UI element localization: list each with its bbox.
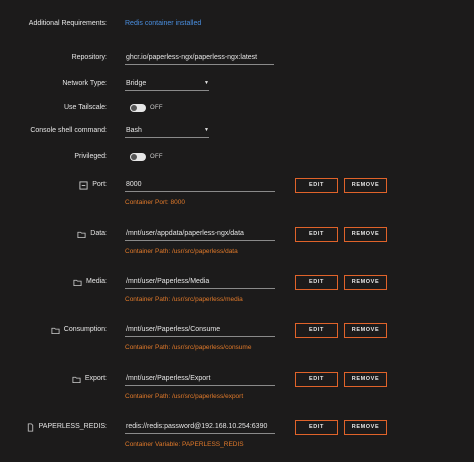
paperless-redis-label-text: PAPERLESS_REDIS: [38, 423, 107, 430]
port-hint: Container Port: 8000 [125, 199, 185, 206]
privileged-state: OFF [150, 154, 163, 160]
edit-button[interactable]: EDIT [295, 323, 338, 338]
folder-icon [72, 375, 81, 384]
use-tailscale-state: OFF [150, 105, 163, 111]
mapping-row-port: Port: 8000 EDIT REMOVE [0, 178, 474, 193]
additional-requirements-label: Additional Requirements: [28, 20, 107, 27]
consumption-input[interactable]: /mnt/user/Paperless/Consume [125, 323, 275, 337]
console-shell-label: Console shell command: [30, 127, 107, 134]
media-hint: Container Path: /usr/src/paperless/media [125, 296, 243, 303]
console-shell-row: Console shell command: Bash ▼ [0, 124, 474, 138]
use-tailscale-toggle[interactable] [130, 104, 146, 112]
media-label: Media: [73, 275, 107, 289]
remove-button[interactable]: REMOVE [344, 323, 387, 338]
remove-button[interactable]: REMOVE [344, 178, 387, 193]
export-hint: Container Path: /usr/src/paperless/expor… [125, 393, 244, 400]
toggle-knob [131, 105, 137, 111]
toggle-knob [131, 154, 137, 160]
paperless-redis-hint: Container Variable: PAPERLESS_REDIS [125, 441, 244, 448]
chevron-down-icon: ▼ [204, 80, 209, 86]
repository-input[interactable]: ghcr.io/paperless-ngx/paperless-ngx:late… [125, 51, 274, 65]
repository-row: Repository: ghcr.io/paperless-ngx/paperl… [0, 51, 474, 65]
data-label-text: Data: [90, 230, 107, 237]
consumption-hint: Container Path: /usr/src/paperless/consu… [125, 344, 252, 351]
file-icon [26, 422, 35, 432]
paperless-redis-input[interactable]: redis://redis:password@192.168.10.254:63… [125, 420, 275, 434]
privileged-toggle[interactable] [130, 153, 146, 161]
chevron-down-icon: ▼ [204, 127, 209, 133]
mapping-row-consumption: Consumption: /mnt/user/Paperless/Consume… [0, 323, 474, 338]
mapping-row-export: Export: /mnt/user/Paperless/Export EDIT … [0, 372, 474, 387]
mapping-row-paperless-redis: PAPERLESS_REDIS: redis://redis:password@… [0, 420, 474, 435]
redis-requirement-link[interactable]: Redis container installed [125, 17, 201, 31]
port-label: Port: [79, 178, 107, 192]
network-type-select[interactable]: Bridge ▼ [125, 77, 209, 91]
network-type-row: Network Type: Bridge ▼ [0, 77, 474, 91]
port-input[interactable]: 8000 [125, 178, 275, 192]
media-label-text: Media: [85, 278, 107, 285]
port-label-text: Port: [92, 181, 107, 188]
remove-button[interactable]: REMOVE [344, 227, 387, 242]
use-tailscale-row: Use Tailscale: OFF [0, 101, 474, 115]
export-label-text: Export: [84, 375, 107, 382]
privileged-row: Privileged: OFF [0, 150, 474, 164]
folder-icon [77, 230, 86, 239]
mapping-row-data: Data: /mnt/user/appdata/paperless-ngx/da… [0, 227, 474, 242]
minus-square-icon[interactable] [79, 180, 88, 190]
consumption-label: Consumption: [51, 323, 107, 337]
mapping-row-media: Media: /mnt/user/Paperless/Media EDIT RE… [0, 275, 474, 290]
export-input[interactable]: /mnt/user/Paperless/Export [125, 372, 275, 386]
export-label: Export: [72, 372, 107, 386]
edit-button[interactable]: EDIT [295, 372, 338, 387]
use-tailscale-label: Use Tailscale: [63, 104, 107, 111]
remove-button[interactable]: REMOVE [344, 372, 387, 387]
edit-button[interactable]: EDIT [295, 420, 338, 435]
network-type-label: Network Type: [62, 80, 107, 87]
data-input[interactable]: /mnt/user/appdata/paperless-ngx/data [125, 227, 275, 241]
additional-requirements-row: Additional Requirements: Redis container… [0, 17, 474, 31]
edit-button[interactable]: EDIT [295, 227, 338, 242]
consumption-label-text: Consumption: [63, 326, 107, 333]
folder-icon [73, 278, 82, 287]
console-shell-value: Bash [126, 127, 142, 134]
folder-icon [51, 326, 60, 335]
paperless-redis-label: PAPERLESS_REDIS: [26, 420, 107, 434]
remove-button[interactable]: REMOVE [344, 275, 387, 290]
data-label: Data: [77, 227, 107, 241]
privileged-label: Privileged: [74, 153, 107, 160]
remove-button[interactable]: REMOVE [344, 420, 387, 435]
edit-button[interactable]: EDIT [295, 275, 338, 290]
network-type-value: Bridge [126, 80, 147, 87]
repository-label: Repository: [71, 54, 107, 61]
edit-button[interactable]: EDIT [295, 178, 338, 193]
console-shell-select[interactable]: Bash ▼ [125, 124, 209, 138]
media-input[interactable]: /mnt/user/Paperless/Media [125, 275, 275, 289]
data-hint: Container Path: /usr/src/paperless/data [125, 248, 238, 255]
